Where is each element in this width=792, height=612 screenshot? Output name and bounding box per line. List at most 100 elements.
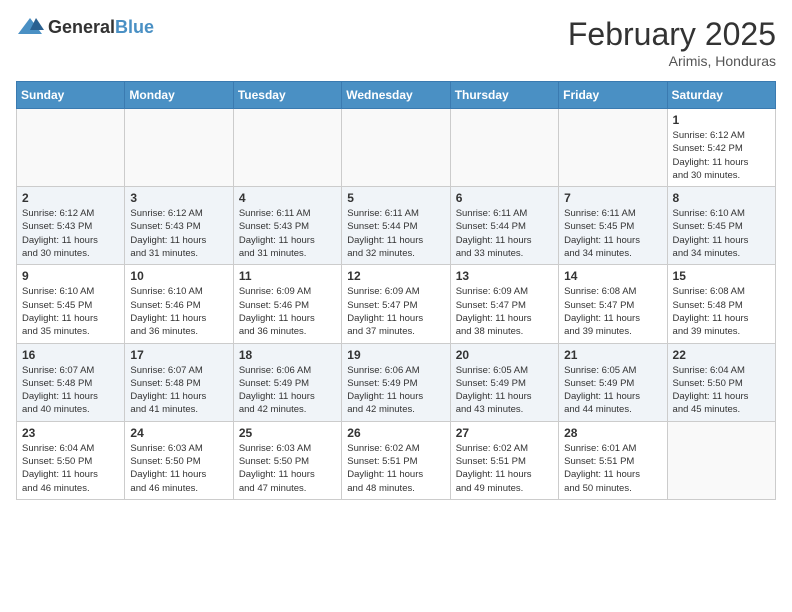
day-number: 18 — [239, 348, 336, 362]
day-number: 27 — [456, 426, 553, 440]
month-year: February 2025 — [568, 16, 776, 53]
day-number: 15 — [673, 269, 770, 283]
table-row — [559, 109, 667, 187]
table-row: 3 Sunrise: 6:12 AM Sunset: 5:43 PM Daylig… — [125, 187, 233, 265]
day-info: Sunrise: 6:11 AM Sunset: 5:43 PM Dayligh… — [239, 207, 336, 260]
table-row: 13 Sunrise: 6:09 AM Sunset: 5:47 PM Dayli… — [450, 265, 558, 343]
col-wednesday: Wednesday — [342, 82, 450, 109]
page-header: GeneralBlue February 2025 Arimis, Hondur… — [16, 16, 776, 69]
day-number: 20 — [456, 348, 553, 362]
day-info: Sunrise: 6:10 AM Sunset: 5:45 PM Dayligh… — [22, 285, 119, 338]
table-row: 12 Sunrise: 6:09 AM Sunset: 5:47 PM Dayli… — [342, 265, 450, 343]
table-row: 4 Sunrise: 6:11 AM Sunset: 5:43 PM Daylig… — [233, 187, 341, 265]
day-info: Sunrise: 6:05 AM Sunset: 5:49 PM Dayligh… — [564, 364, 661, 417]
col-monday: Monday — [125, 82, 233, 109]
day-number: 24 — [130, 426, 227, 440]
table-row — [233, 109, 341, 187]
col-saturday: Saturday — [667, 82, 775, 109]
day-number: 10 — [130, 269, 227, 283]
calendar-week-row: 2 Sunrise: 6:12 AM Sunset: 5:43 PM Daylig… — [17, 187, 776, 265]
day-info: Sunrise: 6:06 AM Sunset: 5:49 PM Dayligh… — [239, 364, 336, 417]
day-info: Sunrise: 6:03 AM Sunset: 5:50 PM Dayligh… — [239, 442, 336, 495]
table-row: 18 Sunrise: 6:06 AM Sunset: 5:49 PM Dayli… — [233, 343, 341, 421]
day-number: 23 — [22, 426, 119, 440]
calendar-week-row: 9Sunrise: 6:10 AM Sunset: 5:45 PM Daylig… — [17, 265, 776, 343]
day-number: 2 — [22, 191, 119, 205]
logo-icon — [16, 16, 44, 38]
day-number: 13 — [456, 269, 553, 283]
day-info: Sunrise: 6:02 AM Sunset: 5:51 PM Dayligh… — [347, 442, 444, 495]
day-number: 28 — [564, 426, 661, 440]
col-friday: Friday — [559, 82, 667, 109]
day-info: Sunrise: 6:05 AM Sunset: 5:49 PM Dayligh… — [456, 364, 553, 417]
day-info: Sunrise: 6:06 AM Sunset: 5:49 PM Dayligh… — [347, 364, 444, 417]
day-info: Sunrise: 6:10 AM Sunset: 5:46 PM Dayligh… — [130, 285, 227, 338]
table-row: 25Sunrise: 6:03 AM Sunset: 5:50 PM Dayli… — [233, 421, 341, 499]
day-info: Sunrise: 6:04 AM Sunset: 5:50 PM Dayligh… — [22, 442, 119, 495]
day-info: Sunrise: 6:09 AM Sunset: 5:46 PM Dayligh… — [239, 285, 336, 338]
col-thursday: Thursday — [450, 82, 558, 109]
day-info: Sunrise: 6:03 AM Sunset: 5:50 PM Dayligh… — [130, 442, 227, 495]
day-number: 26 — [347, 426, 444, 440]
table-row: 26 Sunrise: 6:02 AM Sunset: 5:51 PM Dayli… — [342, 421, 450, 499]
day-info: Sunrise: 6:12 AM Sunset: 5:43 PM Dayligh… — [130, 207, 227, 260]
table-row: 14 Sunrise: 6:08 AM Sunset: 5:47 PM Dayli… — [559, 265, 667, 343]
day-info: Sunrise: 6:11 AM Sunset: 5:45 PM Dayligh… — [564, 207, 661, 260]
day-info: Sunrise: 6:07 AM Sunset: 5:48 PM Dayligh… — [130, 364, 227, 417]
table-row: 21Sunrise: 6:05 AM Sunset: 5:49 PM Dayli… — [559, 343, 667, 421]
day-info: Sunrise: 6:10 AM Sunset: 5:45 PM Dayligh… — [673, 207, 770, 260]
logo-blue-text: Blue — [115, 17, 154, 37]
calendar-week-row: 1 Sunrise: 6:12 AM Sunset: 5:42 PM Daylig… — [17, 109, 776, 187]
table-row — [17, 109, 125, 187]
table-row: 1 Sunrise: 6:12 AM Sunset: 5:42 PM Daylig… — [667, 109, 775, 187]
col-sunday: Sunday — [17, 82, 125, 109]
table-row — [450, 109, 558, 187]
calendar-header-row: Sunday Monday Tuesday Wednesday Thursday… — [17, 82, 776, 109]
day-number: 1 — [673, 113, 770, 127]
table-row: 5Sunrise: 6:11 AM Sunset: 5:44 PM Daylig… — [342, 187, 450, 265]
logo: GeneralBlue — [16, 16, 154, 38]
table-row: 19 Sunrise: 6:06 AM Sunset: 5:49 PM Dayli… — [342, 343, 450, 421]
day-number: 14 — [564, 269, 661, 283]
day-number: 8 — [673, 191, 770, 205]
day-info: Sunrise: 6:07 AM Sunset: 5:48 PM Dayligh… — [22, 364, 119, 417]
table-row: 20 Sunrise: 6:05 AM Sunset: 5:49 PM Dayli… — [450, 343, 558, 421]
day-number: 12 — [347, 269, 444, 283]
location: Arimis, Honduras — [568, 53, 776, 69]
title-area: February 2025 Arimis, Honduras — [568, 16, 776, 69]
table-row: 10 Sunrise: 6:10 AM Sunset: 5:46 PM Dayli… — [125, 265, 233, 343]
day-number: 22 — [673, 348, 770, 362]
day-number: 11 — [239, 269, 336, 283]
table-row — [342, 109, 450, 187]
table-row: 17 Sunrise: 6:07 AM Sunset: 5:48 PM Dayli… — [125, 343, 233, 421]
table-row: 27Sunrise: 6:02 AM Sunset: 5:51 PM Dayli… — [450, 421, 558, 499]
table-row: 2Sunrise: 6:12 AM Sunset: 5:43 PM Daylig… — [17, 187, 125, 265]
day-info: Sunrise: 6:01 AM Sunset: 5:51 PM Dayligh… — [564, 442, 661, 495]
day-number: 3 — [130, 191, 227, 205]
table-row: 9Sunrise: 6:10 AM Sunset: 5:45 PM Daylig… — [17, 265, 125, 343]
table-row: 11 Sunrise: 6:09 AM Sunset: 5:46 PM Dayli… — [233, 265, 341, 343]
day-number: 6 — [456, 191, 553, 205]
table-row: 24 Sunrise: 6:03 AM Sunset: 5:50 PM Dayli… — [125, 421, 233, 499]
col-tuesday: Tuesday — [233, 82, 341, 109]
day-info: Sunrise: 6:08 AM Sunset: 5:48 PM Dayligh… — [673, 285, 770, 338]
day-number: 19 — [347, 348, 444, 362]
table-row: 23 Sunrise: 6:04 AM Sunset: 5:50 PM Dayli… — [17, 421, 125, 499]
table-row — [667, 421, 775, 499]
day-info: Sunrise: 6:09 AM Sunset: 5:47 PM Dayligh… — [456, 285, 553, 338]
day-info: Sunrise: 6:12 AM Sunset: 5:42 PM Dayligh… — [673, 129, 770, 182]
day-info: Sunrise: 6:04 AM Sunset: 5:50 PM Dayligh… — [673, 364, 770, 417]
day-number: 17 — [130, 348, 227, 362]
table-row: 7 Sunrise: 6:11 AM Sunset: 5:45 PM Daylig… — [559, 187, 667, 265]
table-row: 22 Sunrise: 6:04 AM Sunset: 5:50 PM Dayli… — [667, 343, 775, 421]
table-row: 8 Sunrise: 6:10 AM Sunset: 5:45 PM Daylig… — [667, 187, 775, 265]
table-row: 28 Sunrise: 6:01 AM Sunset: 5:51 PM Dayli… — [559, 421, 667, 499]
table-row: 16Sunrise: 6:07 AM Sunset: 5:48 PM Dayli… — [17, 343, 125, 421]
day-info: Sunrise: 6:09 AM Sunset: 5:47 PM Dayligh… — [347, 285, 444, 338]
table-row — [125, 109, 233, 187]
day-number: 7 — [564, 191, 661, 205]
table-row: 15 Sunrise: 6:08 AM Sunset: 5:48 PM Dayli… — [667, 265, 775, 343]
day-info: Sunrise: 6:08 AM Sunset: 5:47 PM Dayligh… — [564, 285, 661, 338]
day-number: 4 — [239, 191, 336, 205]
calendar-week-row: 16Sunrise: 6:07 AM Sunset: 5:48 PM Dayli… — [17, 343, 776, 421]
